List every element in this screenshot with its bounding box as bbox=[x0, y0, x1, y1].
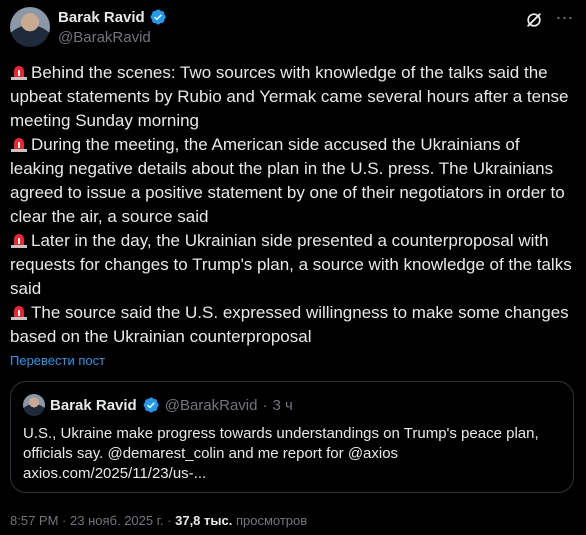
translate-post-link[interactable]: Перевести пост bbox=[10, 353, 105, 368]
verified-badge-icon bbox=[143, 397, 159, 413]
siren-icon bbox=[11, 138, 27, 152]
post-date[interactable]: 23 нояб. 2025 г. bbox=[70, 513, 164, 528]
siren-icon bbox=[11, 66, 27, 80]
tweet-paragraph: Behind the scenes: Two sources with know… bbox=[10, 61, 576, 133]
quoted-handle: @BarakRavid bbox=[164, 396, 258, 414]
tweet-paragraph-text: During the meeting, the American side ac… bbox=[10, 135, 565, 226]
quoted-text: U.S., Ukraine make progress towards unde… bbox=[23, 424, 563, 484]
tweet-paragraph-text: The source said the U.S. expressed willi… bbox=[10, 303, 569, 346]
quoted-display-name: Barak Ravid bbox=[50, 396, 137, 414]
more-icon[interactable]: ⋯ bbox=[554, 8, 576, 30]
post-time[interactable]: 8:57 PM bbox=[10, 513, 58, 528]
tweet-paragraph-text: Behind the scenes: Two sources with know… bbox=[10, 63, 569, 130]
tweet-paragraph-text: Later in the day, the Ukrainian side pre… bbox=[10, 231, 572, 298]
tweet-text: Behind the scenes: Two sources with know… bbox=[10, 61, 576, 349]
quoted-avatar bbox=[23, 394, 45, 416]
quoted-tweet-header: Barak Ravid @BarakRavid · 3 ч bbox=[23, 394, 293, 416]
siren-icon bbox=[11, 306, 27, 320]
author-display-name[interactable]: Barak Ravid bbox=[58, 9, 145, 26]
quoted-text-line: U.S., Ukraine make progress towards unde… bbox=[23, 425, 539, 442]
author-block: Barak Ravid @BarakRavid bbox=[58, 8, 167, 46]
siren-icon bbox=[11, 234, 27, 248]
quoted-tweet[interactable]: Barak Ravid @BarakRavid · 3 ч U.S., Ukra… bbox=[10, 381, 574, 493]
tweet-header: Barak Ravid @BarakRavid ⋯ bbox=[10, 6, 576, 48]
tweet-paragraph: Later in the day, the Ukrainian side pre… bbox=[10, 229, 576, 301]
quoted-time: 3 ч bbox=[272, 396, 293, 414]
meta-separator: · bbox=[167, 513, 172, 528]
verified-badge-icon bbox=[150, 9, 166, 25]
quoted-text-line: officials say. @demarest_colin and me re… bbox=[23, 445, 399, 462]
tweet-paragraph: The source said the U.S. expressed willi… bbox=[10, 301, 576, 349]
author-handle[interactable]: @BarakRavid bbox=[58, 29, 167, 46]
quoted-link[interactable]: axios.com/2025/11/23/us-... bbox=[23, 464, 563, 484]
meta-separator: · bbox=[62, 513, 67, 528]
tweet-meta: 8:57 PM · 23 нояб. 2025 г. · 37,8 тыс. п… bbox=[10, 513, 307, 528]
tweet-paragraph: During the meeting, the American side ac… bbox=[10, 133, 576, 229]
views-count: 37,8 тыс. bbox=[175, 513, 233, 528]
views-label: просмотров bbox=[235, 513, 308, 528]
quoted-separator: · bbox=[262, 396, 268, 414]
grok-icon[interactable] bbox=[524, 10, 544, 30]
author-display-name-row[interactable]: Barak Ravid bbox=[58, 8, 167, 26]
avatar[interactable] bbox=[10, 7, 50, 47]
